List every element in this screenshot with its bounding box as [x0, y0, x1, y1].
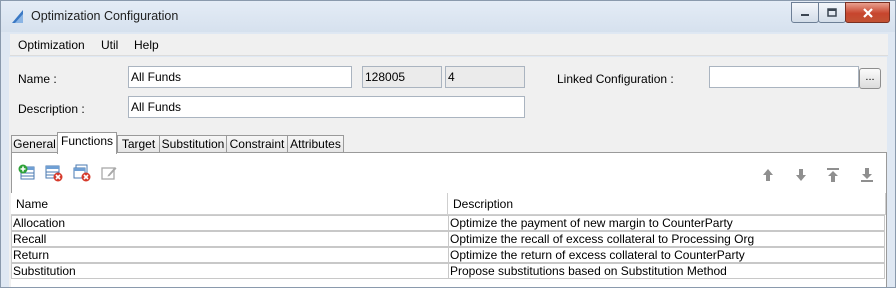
tab-general[interactable]: General [11, 135, 58, 153]
title-bar[interactable]: Optimization Configuration [1, 1, 895, 32]
config-id-field: 128005 [362, 66, 442, 88]
app-logo-icon [12, 10, 23, 23]
cell-name: Return [11, 247, 449, 263]
table-row[interactable]: Substitution Propose substitutions based… [11, 263, 886, 279]
config-version-field: 4 [445, 66, 525, 88]
window-controls [791, 2, 890, 23]
menu-help[interactable]: Help [134, 38, 159, 52]
maximize-button[interactable] [818, 2, 846, 23]
tab-functions[interactable]: Functions [57, 132, 117, 154]
cell-description: Optimize the return of excess collateral… [448, 247, 885, 263]
move-up-icon[interactable] [761, 167, 775, 183]
remove-row-icon[interactable] [45, 164, 63, 182]
tab-attributes[interactable]: Attributes [287, 135, 344, 153]
cell-name: Recall [11, 231, 449, 247]
menu-util[interactable]: Util [101, 38, 118, 52]
add-row-icon[interactable] [18, 164, 36, 182]
maximize-icon [827, 8, 837, 17]
table-row[interactable]: Recall Optimize the recall of excess col… [11, 231, 886, 247]
name-label: Name : [18, 72, 57, 86]
description-field[interactable]: All Funds [128, 96, 525, 118]
close-icon [862, 7, 873, 18]
cell-description: Optimize the recall of excess collateral… [448, 231, 885, 247]
column-header-name[interactable]: Name [11, 193, 448, 215]
move-down-icon[interactable] [794, 167, 808, 183]
remove-all-icon[interactable] [73, 164, 91, 182]
minimize-icon [801, 13, 809, 16]
tab-target[interactable]: Target [117, 135, 160, 153]
minimize-button[interactable] [791, 2, 819, 23]
table-row[interactable]: Allocation Optimize the payment of new m… [11, 215, 886, 231]
description-label: Description : [18, 102, 85, 116]
tab-substitution[interactable]: Substitution [159, 135, 227, 153]
application-window: Optimization Configuration Optimization … [0, 0, 896, 288]
edit-icon[interactable] [100, 164, 118, 182]
cell-description: Optimize the payment of new margin to Co… [448, 215, 885, 231]
move-bottom-icon[interactable] [860, 167, 874, 183]
menu-optimization[interactable]: Optimization [18, 38, 85, 52]
linked-configuration-label: Linked Configuration : [557, 72, 674, 86]
close-button[interactable] [845, 2, 890, 23]
linked-configuration-field[interactable] [709, 66, 859, 88]
cell-name: Substitution [11, 263, 449, 279]
tab-constraint[interactable]: Constraint [226, 135, 288, 153]
functions-table: Name Description Allocation Optimize the… [11, 193, 886, 287]
browse-linked-button[interactable]: ... [859, 68, 881, 89]
table-row[interactable]: Return Optimize the return of excess col… [11, 247, 886, 263]
cell-name: Allocation [11, 215, 449, 231]
window-title: Optimization Configuration [31, 9, 179, 23]
column-header-description[interactable]: Description [448, 193, 886, 215]
cell-description: Propose substitutions based on Substitut… [448, 263, 885, 279]
move-top-icon[interactable] [826, 167, 840, 183]
menu-bar: Optimization Util Help [10, 34, 888, 56]
name-field[interactable]: All Funds [128, 66, 352, 88]
